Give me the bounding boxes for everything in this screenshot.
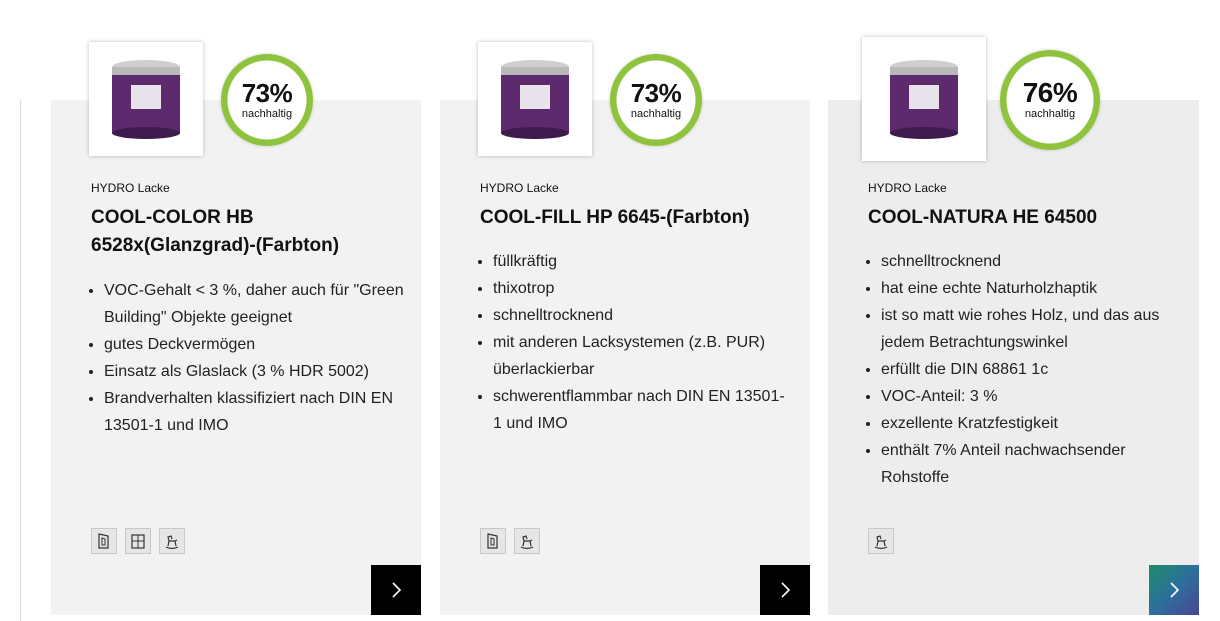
sustainability-percent: 73%: [630, 78, 682, 108]
feature-item: erfüllt die DIN 68861 1c: [881, 356, 1181, 383]
paint-can-image: [501, 60, 569, 139]
feature-item: VOC-Anteil: 3 %: [881, 383, 1181, 410]
feature-list: VOC-Gehalt < 3 %, daher auch für "Green …: [91, 277, 404, 439]
product-card-cool-color[interactable]: 73% nachhaltig HYDRO Lacke COOL-COLOR HB…: [51, 42, 421, 615]
rocking-horse-icon: [868, 528, 894, 554]
feature-item: thixotrop: [493, 275, 793, 302]
sustainability-label: nachhaltig: [241, 108, 293, 120]
product-title[interactable]: COOL-NATURA HE 64500: [868, 204, 1168, 232]
sustainability-badge: 73% nachhaltig: [221, 54, 313, 146]
next-arrow-button[interactable]: [760, 565, 810, 615]
feature-item: VOC-Gehalt < 3 %, daher auch für "Green …: [104, 277, 404, 331]
door-icon: [480, 528, 506, 554]
rocking-horse-icon: [514, 528, 540, 554]
application-icons: [91, 528, 185, 554]
application-icons: [868, 528, 894, 554]
product-image[interactable]: [89, 42, 203, 156]
product-title[interactable]: COOL-FILL HP 6645-(Farbton): [480, 204, 780, 232]
chevron-right-icon: [392, 582, 402, 598]
feature-item: ist so matt wie rohes Holz, und das aus …: [881, 302, 1181, 356]
sustainability-badge: 76% nachhaltig: [1000, 50, 1100, 150]
feature-item: schnelltrocknend: [881, 248, 1181, 275]
paint-can-image: [890, 60, 958, 139]
feature-item: füllkräftig: [493, 248, 793, 275]
feature-item: Einsatz als Glaslack (3 % HDR 5002): [104, 358, 404, 385]
product-brand: HYDRO Lacke: [91, 181, 170, 195]
rocking-horse-icon: [159, 528, 185, 554]
paint-can-image: [112, 60, 180, 139]
cabinet-icon: [125, 528, 151, 554]
feature-list: schnelltrocknend hat eine echte Naturhol…: [868, 248, 1181, 491]
next-arrow-button[interactable]: [371, 565, 421, 615]
sustainability-label: nachhaltig: [630, 108, 682, 120]
product-title[interactable]: COOL-COLOR HB 6528x(Glanzgrad)-(Farbton): [91, 204, 391, 260]
next-arrow-button[interactable]: [1149, 565, 1199, 615]
sustainability-percent: 73%: [241, 78, 293, 108]
feature-item: schwerentflammbar nach DIN EN 13501-1 un…: [493, 383, 793, 437]
feature-item: hat eine echte Naturholzhaptik: [881, 275, 1181, 302]
feature-item: mit anderen Lacksystemen (z.B. PUR) über…: [493, 329, 793, 383]
product-brand: HYDRO Lacke: [480, 181, 559, 195]
feature-item: exzellente Kratzfestigkeit: [881, 410, 1181, 437]
door-icon: [91, 528, 117, 554]
chevron-right-icon: [1170, 582, 1180, 598]
sustainability-percent: 76%: [1022, 77, 1078, 108]
sustainability-badge: 73% nachhaltig: [610, 54, 702, 146]
application-icons: [480, 528, 540, 554]
chevron-right-icon: [781, 582, 791, 598]
feature-item: enthält 7% Anteil nachwachsender Rohstof…: [881, 437, 1181, 491]
product-brand: HYDRO Lacke: [868, 181, 947, 195]
sustainability-label: nachhaltig: [1024, 108, 1076, 120]
feature-item: Brandverhalten klassifiziert nach DIN EN…: [104, 385, 404, 439]
feature-list: füllkräftig thixotrop schnelltrocknend m…: [480, 248, 793, 437]
product-card-cool-fill[interactable]: 73% nachhaltig HYDRO Lacke COOL-FILL HP …: [440, 42, 810, 615]
feature-item: schnelltrocknend: [493, 302, 793, 329]
feature-item: gutes Deckvermögen: [104, 331, 404, 358]
product-card-cool-natura[interactable]: 76% nachhaltig HYDRO Lacke COOL-NATURA H…: [828, 37, 1199, 615]
left-divider: [20, 100, 21, 621]
product-image[interactable]: [862, 37, 986, 161]
product-image[interactable]: [478, 42, 592, 156]
